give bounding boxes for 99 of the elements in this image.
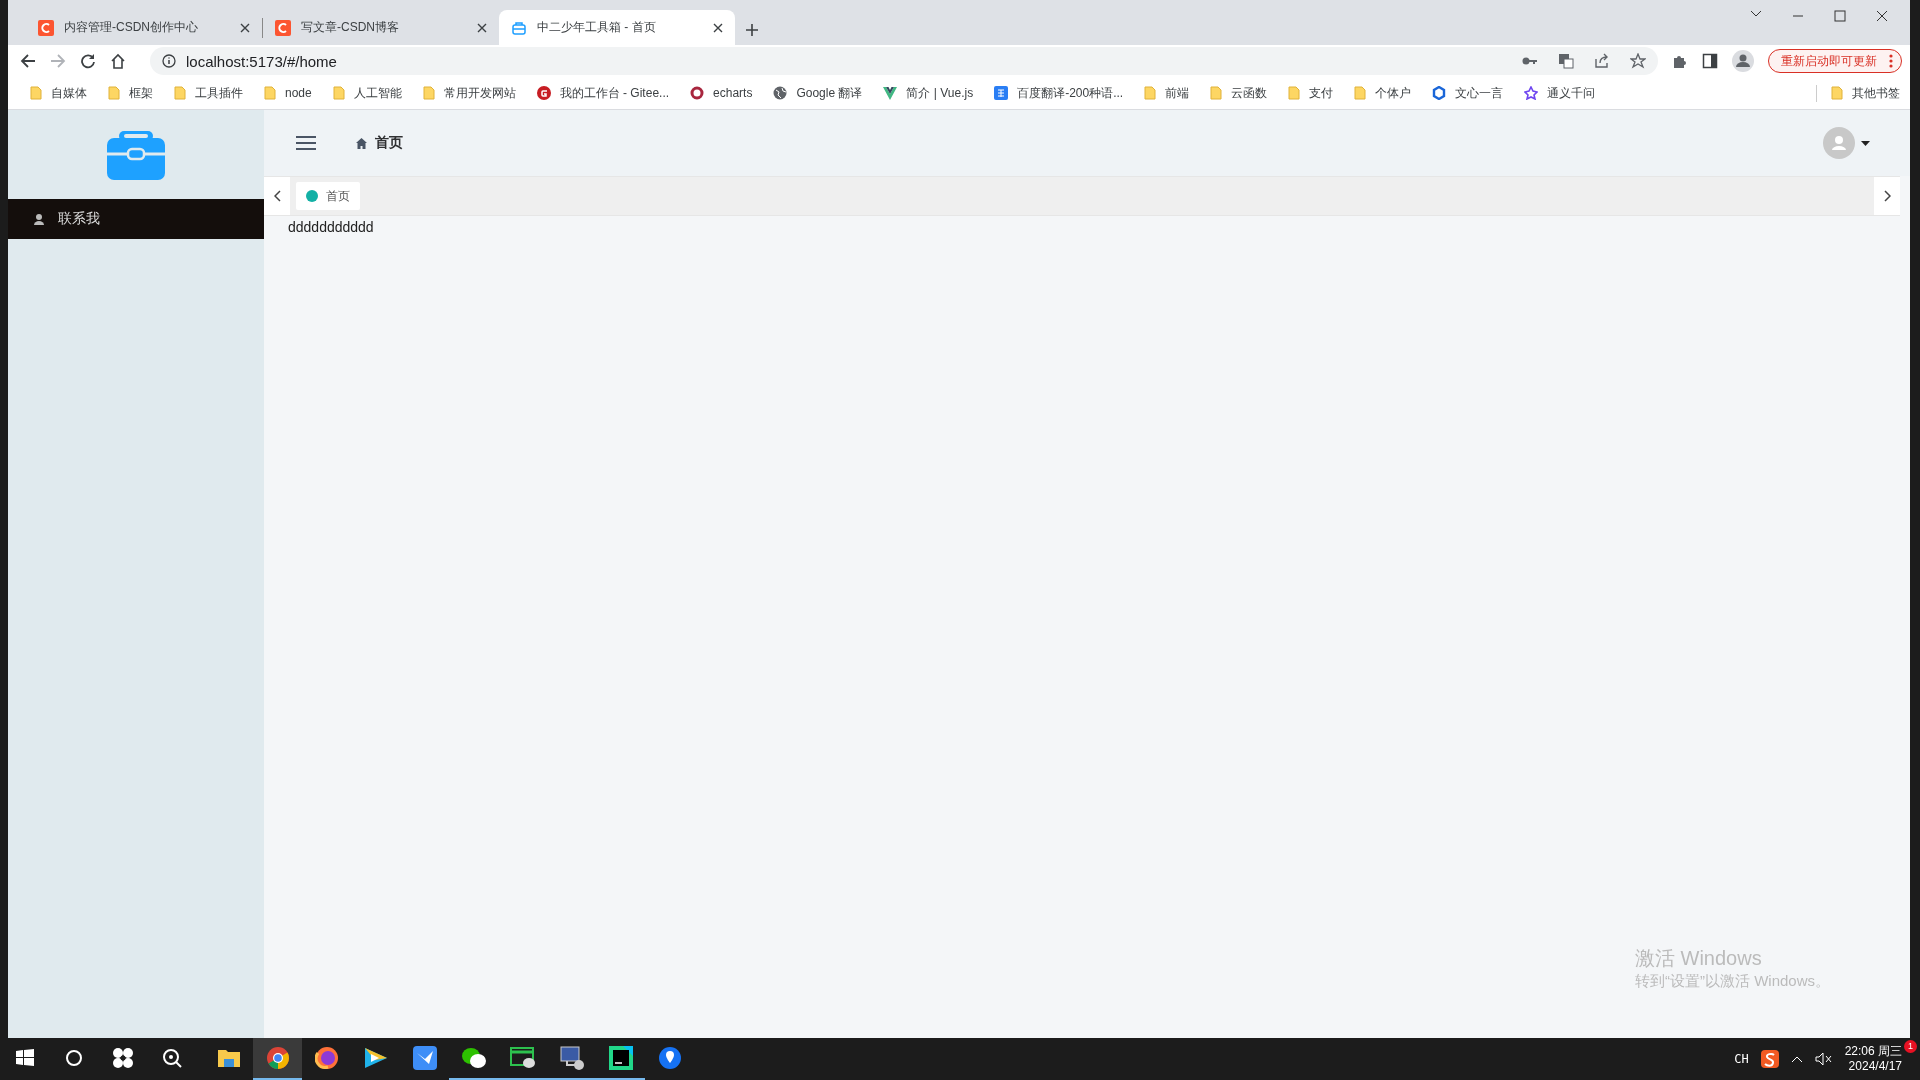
- toolbox-icon: [511, 19, 527, 36]
- windows-icon: [14, 1048, 35, 1068]
- user-icon: [34, 213, 44, 225]
- folder-icon: [30, 86, 42, 100]
- bird-icon: [412, 1046, 437, 1070]
- ide-icon: [608, 1046, 633, 1070]
- bookmark[interactable]: 云函数: [1210, 84, 1268, 102]
- bookmark[interactable]: 通义千问: [1524, 84, 1596, 102]
- pinwheel-icon: [110, 1046, 135, 1070]
- new-tab-icon[interactable]: [745, 23, 759, 37]
- content-text: ddddddddddd: [287, 218, 375, 237]
- home-icon: [356, 137, 367, 149]
- folder-icon: [108, 86, 120, 100]
- bookmark[interactable]: 支付: [1288, 84, 1334, 102]
- browser-tab[interactable]: 中二少年工具箱 - 首页: [499, 10, 735, 45]
- logo-icon: [536, 86, 551, 100]
- home-icon[interactable]: [110, 53, 126, 69]
- key-icon[interactable]: [1522, 56, 1538, 66]
- volume-icon[interactable]: [1814, 1052, 1833, 1066]
- bookmark[interactable]: 前端: [1144, 84, 1190, 102]
- bookmark[interactable]: 个体户: [1354, 84, 1412, 102]
- folder-icon: [174, 86, 186, 100]
- bookmark[interactable]: Google 翻译: [773, 84, 863, 102]
- more-icon[interactable]: [1889, 54, 1893, 68]
- circle-icon: [63, 1048, 84, 1068]
- info-icon: [162, 54, 176, 68]
- logo-icon: [38, 19, 54, 36]
- bookmark[interactable]: 百度翻译-200种语...: [994, 84, 1124, 102]
- bookmark[interactable]: 人工智能: [332, 84, 402, 102]
- folder-icon: [1288, 86, 1301, 100]
- bookmark[interactable]: node: [264, 86, 312, 100]
- language-indicator[interactable]: CH: [1734, 1052, 1749, 1066]
- puzzle-icon[interactable]: [1672, 53, 1688, 69]
- activation-title: 激活 Windows: [1635, 945, 1763, 971]
- breadcrumb-link[interactable]: 首页: [356, 134, 403, 152]
- clock-date[interactable]: 2024/4/17: [1848, 1059, 1902, 1074]
- browser-tab[interactable]: 内容管理-CSDN创作中心: [26, 10, 262, 45]
- chevron-logo-icon: [883, 86, 898, 100]
- bookmark[interactable]: 我的工作台 - Gitee...: [536, 84, 670, 102]
- chat-icon: [509, 1046, 536, 1070]
- folder-icon: [216, 1047, 241, 1069]
- chevron-right-icon: [1883, 190, 1891, 202]
- close-icon[interactable]: [240, 22, 250, 33]
- back-icon[interactable]: [20, 53, 36, 69]
- bookmark[interactable]: 文心一言: [1432, 84, 1504, 102]
- menu-item[interactable]: 联系我: [8, 199, 264, 239]
- scroll-right-button[interactable]: [1874, 177, 1900, 215]
- chevron-down-icon[interactable]: [1750, 10, 1762, 18]
- bookmark[interactable]: echarts: [690, 86, 753, 100]
- star-icon[interactable]: [1630, 53, 1646, 69]
- taskbar-button[interactable]: [253, 1038, 302, 1080]
- translate-icon[interactable]: [1558, 53, 1574, 69]
- square-logo-icon: [994, 86, 1009, 100]
- star-logo-icon: [1524, 86, 1539, 100]
- chat-icon: [460, 1046, 487, 1070]
- profile-avatar-icon[interactable]: [1732, 50, 1754, 72]
- scroll-left-button[interactable]: [264, 177, 290, 215]
- monitor-icon: [558, 1045, 585, 1071]
- browser-icon: [265, 1046, 290, 1070]
- address-field[interactable]: localhost:5173/#/home: [150, 47, 1658, 75]
- folder-icon: [1144, 86, 1157, 100]
- share-icon[interactable]: [1594, 53, 1610, 69]
- folder-icon: [422, 86, 435, 100]
- bookmark[interactable]: 其他书签: [1816, 84, 1900, 102]
- close-icon[interactable]: [1876, 10, 1888, 22]
- bookmark[interactable]: 框架: [108, 84, 153, 102]
- notification-badge: 1: [1904, 1040, 1917, 1053]
- folder-icon: [1210, 86, 1223, 100]
- maximize-icon[interactable]: [1834, 10, 1846, 22]
- toolbox-icon: [107, 129, 165, 180]
- folder-icon: [1831, 86, 1843, 100]
- ring-icon: [690, 86, 705, 100]
- caret-icon[interactable]: [1861, 140, 1870, 146]
- bookmark[interactable]: 简介 | Vue.js: [883, 84, 974, 102]
- pin-icon: [657, 1046, 682, 1070]
- bookmark[interactable]: 自媒体: [30, 84, 87, 102]
- bookmark[interactable]: 常用开发网站: [422, 84, 516, 102]
- bookmark[interactable]: 工具插件: [174, 84, 243, 102]
- reload-icon[interactable]: [80, 53, 96, 69]
- hexagon-icon: [1432, 86, 1447, 100]
- browser-icon: [314, 1046, 339, 1070]
- search-icon: [160, 1047, 183, 1069]
- chevron-up-icon[interactable]: [1790, 1055, 1803, 1063]
- globe-icon: [773, 86, 788, 100]
- update-button[interactable]: 重新启动即可更新: [1768, 49, 1902, 73]
- play-icon: [362, 1046, 389, 1070]
- browser-tab[interactable]: 写文章-CSDN博客: [263, 10, 499, 45]
- side-panel-icon[interactable]: [1702, 53, 1718, 69]
- menu-icon[interactable]: [296, 135, 316, 151]
- folder-icon: [1354, 86, 1367, 100]
- folder-icon: [264, 86, 276, 100]
- clock-time[interactable]: 22:06 周三: [1844, 1044, 1902, 1059]
- input-method-icon[interactable]: [1760, 1050, 1779, 1068]
- tag[interactable]: 首页: [296, 182, 360, 210]
- close-icon[interactable]: [477, 22, 487, 33]
- logo-icon: [275, 19, 291, 36]
- folder-icon: [332, 86, 345, 100]
- chevron-left-icon: [273, 190, 281, 202]
- close-icon[interactable]: [713, 22, 723, 33]
